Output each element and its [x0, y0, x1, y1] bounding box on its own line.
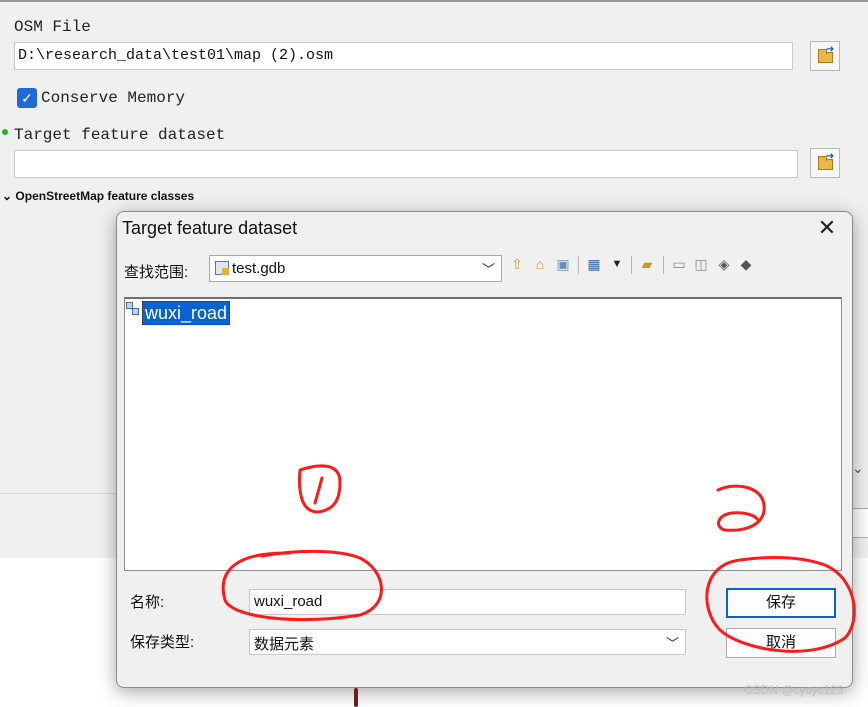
toolbar-separator: [578, 256, 579, 274]
save-type-dropdown[interactable]: 数据元素 ﹀: [249, 629, 686, 655]
section-label: OpenStreetMap feature classes: [15, 189, 195, 203]
target-feature-dataset-dialog: Target feature dataset ✕ 查找范围: test.gdb …: [116, 211, 853, 688]
collapse-chevron-icon: ⌄: [2, 189, 13, 203]
conserve-memory-checkbox[interactable]: ✓: [17, 88, 37, 108]
conserve-memory-label: Conserve Memory: [41, 89, 186, 107]
grid-view-icon[interactable]: ▦: [584, 254, 604, 274]
top-border: [0, 0, 868, 2]
watermark: CSDN @cycyc123: [744, 683, 844, 697]
save-type-value: 数据元素: [254, 636, 315, 653]
dialog-title: Target feature dataset: [122, 218, 298, 238]
map-feature-fragment: [354, 688, 358, 707]
chevron-down-icon: ﹀: [665, 636, 679, 651]
new-toolbox-icon[interactable]: ◈: [714, 254, 734, 274]
name-label: 名称:: [130, 594, 165, 611]
geodatabase-icon: [215, 261, 229, 275]
connect-folder-icon[interactable]: ▣: [553, 254, 573, 274]
new-database-connection-icon[interactable]: ◆: [736, 254, 756, 274]
target-dataset-label: Target feature dataset: [14, 126, 226, 144]
name-input[interactable]: wuxi_road: [249, 589, 686, 615]
divider: [0, 493, 120, 494]
look-in-dropdown[interactable]: test.gdb ﹀: [209, 255, 502, 282]
feature-dataset-icon: [126, 302, 140, 316]
list-item-label: wuxi_road: [142, 301, 231, 325]
close-icon[interactable]: ✕: [815, 217, 839, 241]
new-file-geodatabase-icon[interactable]: ▭: [669, 254, 689, 274]
feature-classes-section-header[interactable]: ⌄ OpenStreetMap feature classes: [2, 189, 194, 203]
toolbar-separator: [631, 256, 632, 274]
target-dataset-browse-button[interactable]: ➜: [810, 148, 840, 178]
scroll-down-chevron-icon[interactable]: ⌄: [852, 460, 864, 477]
osm-file-browse-button[interactable]: ➜: [810, 41, 840, 71]
view-dropdown-chevron-icon[interactable]: ▼: [607, 254, 627, 274]
partial-button[interactable]: [852, 508, 868, 538]
save-button[interactable]: 保存: [726, 588, 836, 618]
arrow-icon: ➜: [826, 151, 835, 162]
target-dataset-input[interactable]: [14, 150, 798, 178]
dataset-list[interactable]: wuxi_road: [124, 297, 842, 571]
home-folder-icon[interactable]: ⌂: [530, 254, 550, 274]
chevron-down-icon: ﹀: [481, 262, 495, 277]
look-in-value: test.gdb: [232, 260, 286, 277]
look-in-label: 查找范围:: [124, 264, 189, 281]
new-folder-icon[interactable]: ▰: [637, 254, 657, 274]
required-indicator: [2, 129, 8, 135]
new-personal-geodatabase-icon[interactable]: ◫: [691, 254, 711, 274]
up-folder-icon[interactable]: ⇧: [507, 254, 527, 274]
osm-file-label: OSM File: [14, 18, 91, 36]
toolbar-separator: [663, 256, 664, 274]
save-type-label: 保存类型:: [130, 634, 195, 651]
cancel-button[interactable]: 取消: [726, 628, 836, 658]
arrow-icon: ➜: [826, 44, 835, 55]
osm-file-input[interactable]: D:\research_data\test01\map (2).osm: [14, 42, 793, 70]
